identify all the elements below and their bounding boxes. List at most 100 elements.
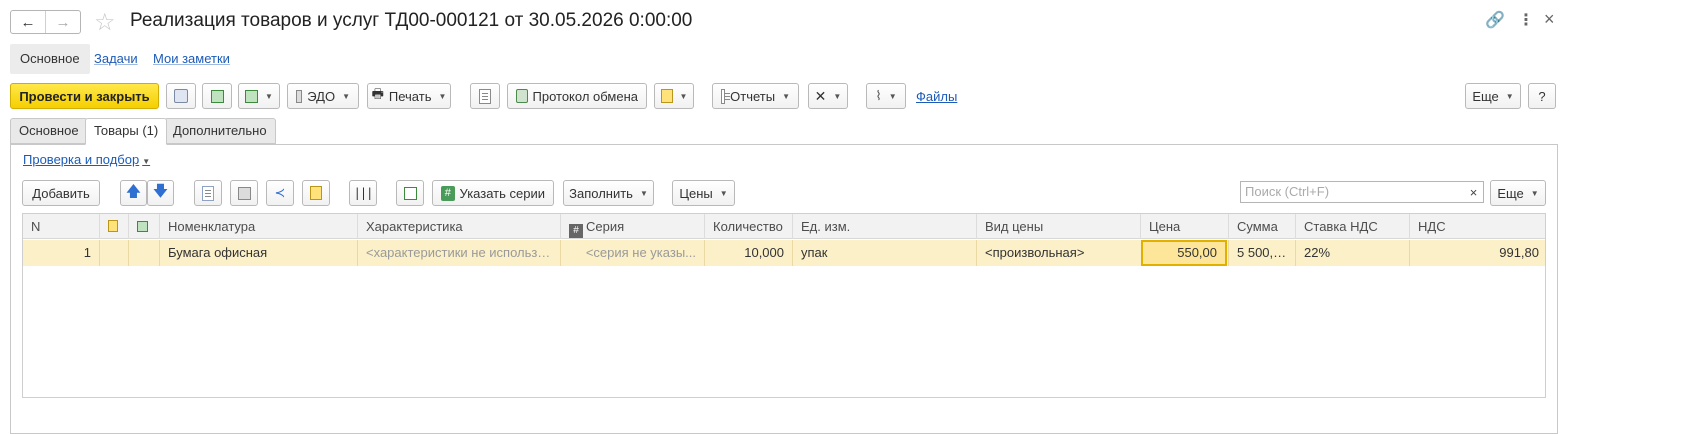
- edo-icon: [296, 89, 303, 103]
- files-link[interactable]: Файлы: [916, 89, 957, 104]
- section-tab-tasks[interactable]: Задачи: [90, 44, 142, 74]
- document-list-button[interactable]: [470, 83, 500, 109]
- save-button[interactable]: [166, 83, 196, 109]
- tab-goods[interactable]: Товары (1): [85, 118, 168, 145]
- post-icon: [210, 89, 224, 103]
- tools-button[interactable]: ✕ ▼: [808, 83, 848, 109]
- favorite-star-icon[interactable]: ☆: [94, 8, 116, 37]
- fill-button[interactable]: Заполнить ▼: [563, 180, 654, 206]
- yellow-doc-icon: [108, 220, 118, 232]
- more-button[interactable]: Еще ▼: [1465, 83, 1521, 109]
- create-based-on-button[interactable]: ▼: [238, 83, 280, 109]
- col-price-type[interactable]: Вид цены: [976, 214, 1140, 239]
- goods-more-label: Еще: [1497, 185, 1524, 201]
- save-icon: [174, 89, 188, 103]
- col-series-label: Серия: [586, 219, 625, 234]
- col-price[interactable]: Цена: [1140, 214, 1228, 239]
- print-button[interactable]: 🖶 Печать ▼: [367, 83, 451, 109]
- move-down-button[interactable]: 🡇: [147, 180, 174, 206]
- section-tab-main[interactable]: Основное: [10, 44, 90, 74]
- check-and-select-label: Проверка и подбор: [23, 152, 140, 167]
- cell-vat-rate[interactable]: 22%: [1295, 240, 1409, 266]
- section-tab-notes[interactable]: Мои заметки: [149, 44, 234, 74]
- arrow-up-icon: 🡅: [125, 182, 142, 200]
- page-title: Реализация товаров и услуг ТД00-000121 о…: [130, 10, 693, 31]
- col-nomenclature[interactable]: Номенклатура: [159, 214, 357, 239]
- edo-label: ЭДО: [307, 88, 336, 104]
- exchange-icon: [516, 89, 528, 103]
- document-icon: [479, 88, 491, 104]
- fill-row-button[interactable]: [302, 180, 330, 206]
- col-quantity[interactable]: Количество: [704, 214, 792, 239]
- cell-series[interactable]: <серия не указы...: [560, 240, 704, 266]
- barcode-button[interactable]: |||: [349, 180, 377, 206]
- fill-label: Заполнить: [569, 185, 633, 201]
- post-button[interactable]: [202, 83, 232, 109]
- table-row[interactable]: 1 Бумага офисная <характеристики не испо…: [23, 240, 1545, 266]
- specify-series-button[interactable]: # Указать серии: [432, 180, 554, 206]
- copy-rows-button[interactable]: [194, 180, 222, 206]
- forward-button[interactable]: →: [45, 11, 80, 33]
- paste-rows-button[interactable]: [230, 180, 258, 206]
- prices-label: Цены: [679, 185, 713, 201]
- more-label: Еще: [1472, 88, 1499, 104]
- col-n[interactable]: N: [23, 214, 99, 239]
- check-button[interactable]: [396, 180, 424, 206]
- tab-additional[interactable]: Дополнительно: [164, 118, 276, 144]
- clear-search-button[interactable]: ×: [1464, 181, 1484, 203]
- arrow-down-icon: 🡇: [152, 182, 169, 200]
- cell-n[interactable]: 1: [23, 240, 99, 266]
- prices-button[interactable]: Цены ▼: [672, 180, 735, 206]
- col-icon-green[interactable]: [128, 214, 159, 239]
- print-label: Печать: [388, 88, 432, 104]
- col-icon-doc[interactable]: [99, 214, 128, 239]
- attachments-button[interactable]: ▼: [654, 83, 694, 109]
- cell-vat[interactable]: 991,80: [1409, 240, 1545, 266]
- goods-table[interactable]: N Номенклатура Характеристика # Серия Кол…: [22, 213, 1546, 398]
- hash-icon: #: [441, 185, 455, 201]
- help-button[interactable]: ?: [1528, 83, 1556, 109]
- back-button[interactable]: ←: [11, 11, 45, 33]
- col-vat-rate[interactable]: Ставка НДС: [1295, 214, 1409, 239]
- reports-label: Отчеты: [730, 88, 776, 104]
- add-button[interactable]: Добавить: [22, 180, 100, 206]
- cell-quantity[interactable]: 10,000: [704, 240, 792, 266]
- tab-main[interactable]: Основное: [10, 118, 88, 144]
- exchange-protocol-button[interactable]: Протокол обмена: [507, 83, 647, 109]
- close-icon[interactable]: ×: [1544, 9, 1555, 30]
- specify-series-label: Указать серии: [459, 185, 545, 201]
- green-grid-icon: [137, 221, 148, 232]
- cell-doc[interactable]: [99, 240, 128, 266]
- search-input[interactable]: Поиск (Ctrl+F): [1240, 181, 1465, 203]
- link-icon[interactable]: 🔗: [1485, 10, 1505, 30]
- col-vat[interactable]: НДС: [1409, 214, 1545, 239]
- exchange-protocol-label: Протокол обмена: [532, 88, 639, 104]
- cell-characteristic[interactable]: <характеристики не использу...: [357, 240, 560, 266]
- paperclip-icon: ⌇: [875, 88, 882, 103]
- more-actions-icon[interactable]: ⋮: [1518, 10, 1534, 30]
- create-based-icon: [245, 89, 259, 103]
- move-up-button[interactable]: 🡅: [120, 180, 147, 206]
- hash-icon: #: [569, 224, 583, 238]
- post-and-close-button[interactable]: Провести и закрыть: [10, 83, 159, 109]
- cell-price[interactable]: 550,00: [1141, 240, 1227, 266]
- split-icon: ≺: [274, 185, 286, 200]
- col-characteristic[interactable]: Характеристика: [357, 214, 560, 239]
- goods-more-button[interactable]: Еще ▼: [1490, 180, 1546, 206]
- col-series[interactable]: # Серия: [560, 214, 704, 239]
- check-and-select-link[interactable]: Проверка и подбор ▼: [23, 152, 150, 167]
- cell-unit[interactable]: упак: [792, 240, 976, 266]
- checklist-icon: [403, 186, 417, 200]
- split-row-button[interactable]: ≺: [266, 180, 294, 206]
- reports-button[interactable]: Отчеты ▼: [712, 83, 799, 109]
- attach-file-button[interactable]: ⌇ ▼: [866, 83, 906, 109]
- cell-sum[interactable]: 5 500,00: [1228, 240, 1295, 266]
- cell-price-type[interactable]: <произвольная>: [976, 240, 1140, 266]
- cell-green[interactable]: [128, 240, 159, 266]
- reports-icon: [721, 88, 731, 104]
- cell-nomenclature[interactable]: Бумага офисная: [159, 240, 357, 266]
- history-nav: ← →: [10, 10, 81, 34]
- col-sum[interactable]: Сумма: [1228, 214, 1295, 239]
- col-unit[interactable]: Ед. изм.: [792, 214, 976, 239]
- edo-button[interactable]: ЭДО ▼: [287, 83, 359, 109]
